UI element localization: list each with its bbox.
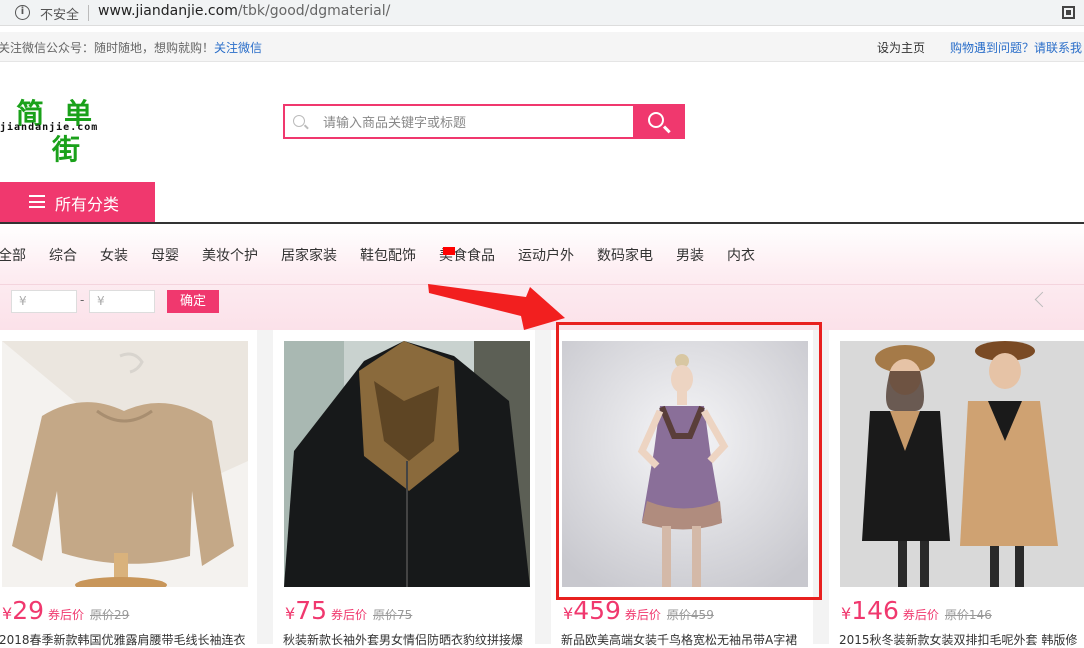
product-image[interactable] [284,341,530,587]
category-item[interactable]: 全部 [0,245,26,267]
menu-icon [29,195,45,208]
category-item[interactable]: 运动户外 [518,245,574,267]
category-nav: 全部 综合 女装 母婴 美妆个护 居家家装 鞋包配饰 美食食品 运动户外 数码家… [0,245,778,267]
search-icon [648,112,664,128]
qr-code-icon[interactable] [1062,6,1075,19]
site-logo[interactable]: 简单 jiandanjie.com 街 [0,88,160,166]
filter-divider [0,284,1084,285]
category-item[interactable]: 美妆个护 [202,245,258,267]
category-item[interactable]: 鞋包配饰 [360,245,416,267]
min-price-input[interactable]: ¥ [11,290,77,313]
product-image[interactable] [2,341,248,587]
product-price: ¥75 券后价 原价75 [285,596,413,625]
follow-wechat-link[interactable]: 关注微信 [214,41,262,55]
product-title[interactable]: 新品欧美高端女装千鸟格宽松无袖吊带A字裙 [561,631,813,648]
product-image[interactable] [840,341,1084,587]
search-button[interactable] [633,104,685,139]
product-card[interactable]: ¥146 券后价 原价146 2015秋冬装新款女装双排扣毛呢外套 韩版修 [829,330,1084,647]
max-price-input[interactable]: ¥ [89,290,155,313]
divider [88,5,89,21]
set-homepage-link[interactable]: 设为主页 [877,39,925,56]
category-item[interactable]: 女装 [100,245,128,267]
security-label: 不安全 [40,8,80,23]
product-grid: ¥29 券后价 原价29 2018春季新款韩国优雅露肩腰带毛线长袖连衣 ¥75 券后价… [0,330,1084,647]
original-price: 原价29 [90,608,130,622]
search-box [283,104,685,139]
coupon-tag: 券后价 [624,608,661,622]
logo-domain: jiandanjie.com [0,122,99,133]
search-input[interactable] [323,112,623,132]
product-price: ¥459 券后价 原价459 [563,596,714,625]
category-item[interactable]: 数码家电 [597,245,653,267]
all-categories-button[interactable]: 所有分类 [0,182,155,222]
chevron-left-icon[interactable] [1034,291,1051,308]
url-text[interactable]: www.jiandanjie.com/tbk/good/dgmaterial/ [98,3,390,19]
logo-text-bottom: 街 [52,133,81,166]
site-top-bar: 关注微信公众号：随时随地，想购就购！关注微信 设为主页 购物遇到问题？请联系我 [0,32,1084,62]
help-link[interactable]: 购物遇到问题？请联系我 [950,39,1082,56]
coupon-tag: 券后价 [902,608,939,622]
coupon-tag: 券后价 [331,608,368,622]
price-separator: - [80,293,85,307]
category-item[interactable]: 居家家装 [281,245,337,267]
search-hint-icon [293,115,305,127]
address-bar[interactable]: i 不安全 www.jiandanjie.com/tbk/good/dgmate… [0,0,1084,26]
category-filter-panel: 全部 综合 女装 母婴 美妆个护 居家家装 鞋包配饰 美食食品 运动户外 数码家… [0,224,1084,330]
coupon-tag: 券后价 [48,608,85,622]
product-title[interactable]: 秋装新款长袖外套男女情侣防晒衣豹纹拼接爆 [283,631,535,648]
annotation-mark [443,247,455,255]
product-price: ¥146 券后价 原价146 [841,596,992,625]
original-price: 原价459 [666,608,714,622]
info-icon[interactable]: i [15,5,30,20]
original-price: 原价75 [373,608,413,622]
all-categories-label: 所有分类 [55,195,120,214]
original-price: 原价146 [944,608,992,622]
category-item[interactable]: 母婴 [151,245,179,267]
product-title[interactable]: 2018春季新款韩国优雅露肩腰带毛线长袖连衣 [0,631,251,648]
product-card[interactable]: ¥75 券后价 原价75 秋装新款长袖外套男女情侣防晒衣豹纹拼接爆 [273,330,535,647]
wechat-note: 关注微信公众号：随时随地，想购就购！关注微信 [0,41,263,55]
confirm-button[interactable]: 确定 [167,290,219,313]
highlight-box [556,322,822,600]
category-item[interactable]: 内衣 [727,245,755,267]
product-title[interactable]: 2015秋冬装新款女装双排扣毛呢外套 韩版修 [839,631,1084,648]
category-item[interactable]: 男装 [676,245,704,267]
product-price: ¥29 券后价 原价29 [2,596,130,625]
product-card[interactable]: ¥29 券后价 原价29 2018春季新款韩国优雅露肩腰带毛线长袖连衣 [0,330,257,647]
category-item[interactable]: 综合 [49,245,77,267]
